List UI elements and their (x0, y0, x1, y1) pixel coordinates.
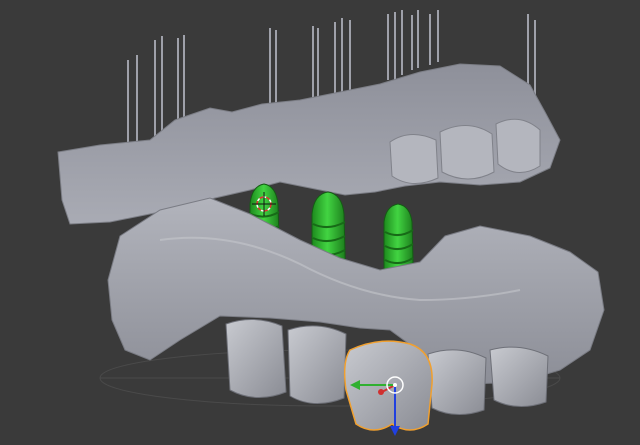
gizmo-z-arrow[interactable] (390, 426, 400, 436)
scene-canvas[interactable] (0, 0, 640, 445)
3d-viewport[interactable] (0, 0, 640, 445)
upper-jaw-scan[interactable] (57, 10, 561, 225)
gizmo-x-handle[interactable] (378, 389, 384, 395)
gizmo-center-dot (393, 383, 397, 387)
